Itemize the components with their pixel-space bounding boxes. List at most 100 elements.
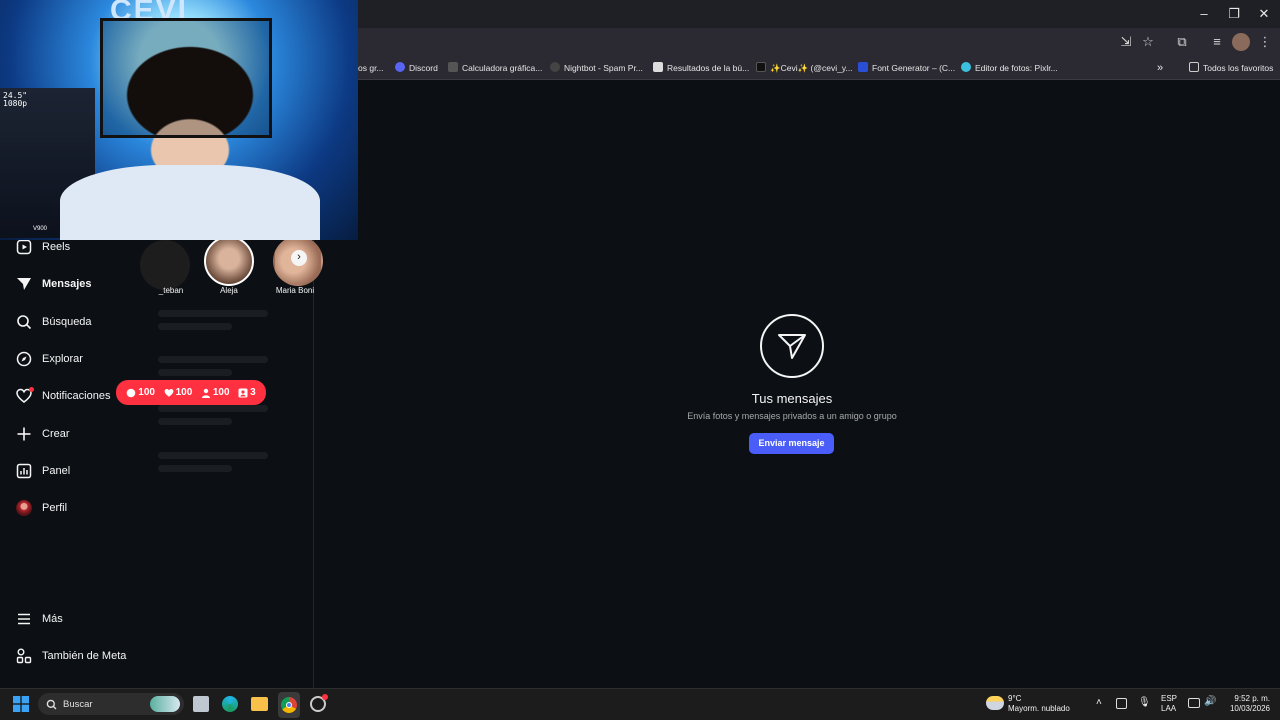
- sidebar-item-label: Más: [42, 613, 63, 625]
- bookmark-calculadora[interactable]: Calculadora gráfica...: [448, 60, 542, 76]
- volume-icon[interactable]: 🔊: [1204, 697, 1216, 707]
- profile-avatar[interactable]: [1232, 33, 1250, 51]
- all-bookmarks-folder[interactable]: Todos los favoritos: [1189, 60, 1273, 76]
- likes-count: 100: [164, 387, 192, 398]
- bookmark-tiktok[interactable]: ✨Cevi✨ (@cevi_y...: [756, 60, 853, 76]
- chrome-menu-icon[interactable]: ⋮: [1256, 33, 1274, 51]
- taskbar-search[interactable]: Buscar: [38, 693, 184, 715]
- font-icon: [858, 62, 868, 72]
- search-placeholder: Buscar: [63, 698, 93, 710]
- close-button[interactable]: ✕: [1253, 4, 1275, 24]
- sidebar-item-busqueda[interactable]: Búsqueda: [14, 310, 92, 334]
- streamer-jacket: [60, 165, 320, 240]
- bookmark-pixlr[interactable]: Editor de fotos: Pixlr...: [961, 60, 1058, 76]
- discord-icon: [395, 62, 405, 72]
- language-layout[interactable]: LAA: [1161, 704, 1176, 714]
- bookmark-item[interactable]: os gr...: [358, 60, 384, 76]
- requests-count: 3: [238, 387, 256, 398]
- story-avatar[interactable]: [204, 236, 254, 286]
- search-icon: [14, 312, 34, 332]
- windows-taskbar: [0, 688, 1280, 720]
- notification-dot: [29, 387, 34, 392]
- sidebar-item-perfil[interactable]: Perfil: [14, 496, 67, 520]
- reels-icon: [14, 237, 34, 257]
- messages-subtitle: Envía fotos y mensajes privados a un ami…: [687, 411, 897, 421]
- send-message-button[interactable]: Enviar mensaje: [749, 433, 834, 454]
- bookmarks-overflow-button[interactable]: »: [1157, 60, 1163, 76]
- restore-button[interactable]: ❐: [1223, 4, 1245, 24]
- weather-temp: 9°C: [1008, 694, 1022, 703]
- sidebar-item-mas[interactable]: Más: [14, 607, 63, 631]
- tiktok-icon: [756, 62, 766, 72]
- skeleton-line: [158, 405, 268, 412]
- skeleton-line: [158, 310, 268, 317]
- install-app-icon[interactable]: ⇲: [1117, 33, 1135, 51]
- messages-icon-circle: [760, 314, 824, 378]
- language-code[interactable]: ESP: [1161, 694, 1177, 704]
- messenger-icon: [14, 274, 34, 294]
- avatar: [14, 498, 34, 518]
- pixlr-icon: [961, 62, 971, 72]
- sidebar-item-crear[interactable]: Crear: [14, 422, 70, 446]
- sidebar-item-label: También de Meta: [42, 650, 127, 662]
- sidebar-item-label: Perfil: [42, 502, 68, 514]
- sidebar-item-label: Crear: [42, 428, 70, 440]
- skeleton-line: [158, 356, 268, 363]
- weather-icon[interactable]: [986, 696, 1004, 710]
- send-icon: [778, 334, 806, 359]
- sidebar-item-label: Mensajes: [42, 278, 92, 290]
- network-icon[interactable]: [1188, 698, 1200, 708]
- bookmark-nightbot[interactable]: Nightbot - Spam Pr...: [550, 60, 643, 76]
- sidebar-item-explorar[interactable]: Explorar: [14, 347, 83, 371]
- file-explorer-icon[interactable]: [251, 697, 268, 711]
- chart-icon: [14, 461, 34, 481]
- sidebar-item-tambien-de-meta[interactable]: También de Meta: [14, 644, 126, 668]
- comment-icon: [126, 388, 136, 397]
- weather-desc: Mayorm. nublado: [1008, 704, 1070, 713]
- sidebar-item-label: Panel: [42, 465, 71, 477]
- notifications-popup[interactable]: 100 100 100 3: [116, 380, 266, 405]
- sidebar-item-panel[interactable]: Panel: [14, 459, 70, 483]
- search-icon: [46, 699, 57, 709]
- bookmark-font-generator[interactable]: Font Generator – (C...: [858, 60, 955, 76]
- microphone-icon[interactable]: 🎙: [1138, 698, 1151, 708]
- sidebar-item-label: Búsqueda: [42, 316, 92, 328]
- obs-icon[interactable]: [310, 694, 328, 712]
- extensions-icon[interactable]: ⧉: [1173, 33, 1191, 51]
- contact-card-icon: [238, 388, 248, 397]
- plus-icon: [14, 424, 34, 444]
- clock-date[interactable]: 10/03/2026: [1222, 704, 1270, 714]
- skeleton-line: [158, 452, 268, 459]
- followers-count: 100: [201, 387, 230, 398]
- clock-time[interactable]: 9:52 p. m.: [1226, 694, 1270, 704]
- skeleton-line: [158, 418, 232, 425]
- chrome-icon-center: [286, 702, 292, 708]
- background-monitor: [100, 18, 272, 138]
- bookmark-discord[interactable]: Discord: [395, 60, 438, 76]
- story-avatar[interactable]: [140, 240, 190, 290]
- stories-next-button[interactable]: ›: [291, 250, 307, 266]
- minimize-button[interactable]: –: [1193, 4, 1215, 24]
- webcam-overlay: CEVI 24.5" 1080p V900: [0, 0, 358, 240]
- media-control-icon[interactable]: ≡: [1208, 33, 1226, 51]
- tray-overflow-icon[interactable]: ˄: [1096, 698, 1102, 708]
- edge-icon[interactable]: [222, 696, 238, 712]
- chrome-taskbar-button[interactable]: [278, 692, 300, 718]
- task-view-icon[interactable]: [193, 696, 209, 712]
- tray-app-icon[interactable]: [1116, 698, 1127, 709]
- folder-icon: [1189, 62, 1199, 72]
- windows-start-icon[interactable]: [13, 696, 29, 712]
- bookmark-star-icon[interactable]: ☆: [1139, 33, 1157, 51]
- sidebar-divider: [313, 240, 314, 688]
- messages-title: Tus mensajes: [751, 391, 833, 406]
- desmos-icon: [448, 62, 458, 72]
- bookmark-resultados[interactable]: Resultados de la bú...: [653, 60, 749, 76]
- person-icon: [201, 388, 210, 398]
- sidebar-item-mensajes[interactable]: Mensajes: [14, 272, 92, 296]
- heart-icon: [164, 388, 173, 397]
- sidebar-item-notificaciones[interactable]: Notificaciones: [14, 384, 110, 408]
- nightbot-icon: [550, 62, 560, 72]
- skeleton-line: [158, 465, 232, 472]
- sidebar-item-label: Explorar: [42, 353, 83, 365]
- comments-count: 100: [126, 387, 155, 398]
